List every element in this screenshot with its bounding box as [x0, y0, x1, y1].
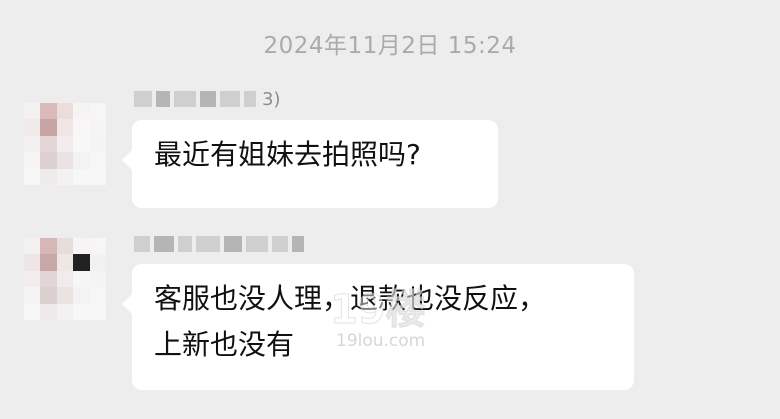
message-text-line: 上新也没有 [154, 328, 295, 361]
avatar[interactable] [24, 238, 106, 320]
message-text: 最近有姐妹去拍照吗? [154, 138, 421, 171]
avatar[interactable] [24, 103, 106, 185]
sender-name [134, 233, 310, 255]
message-bubble[interactable]: 客服也没人理，退款也没反应， 上新也没有 [122, 264, 634, 390]
message-text-line: 客服也没人理，退款也没反应， [154, 282, 547, 315]
sender-name: 3) [134, 88, 280, 110]
message-bubble[interactable]: 最近有姐妹去拍照吗? [122, 120, 498, 208]
chat-timestamp: 2024年11月2日 15:24 [263, 33, 517, 59]
sender-name-suffix: 3) [262, 88, 281, 110]
